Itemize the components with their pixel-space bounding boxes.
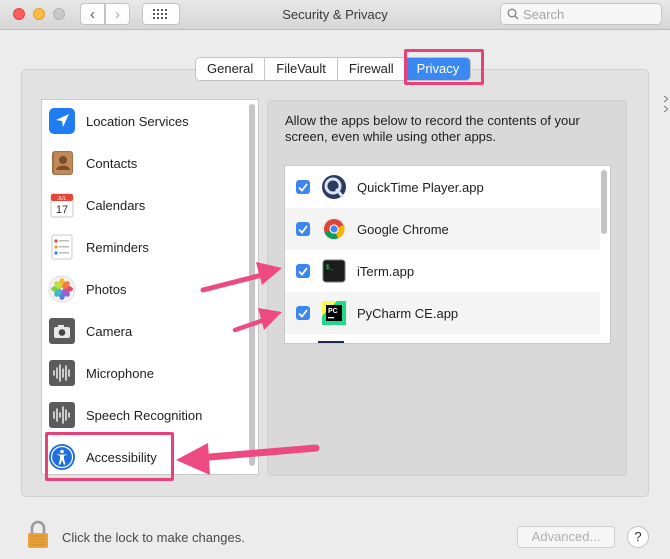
- sidebar-item-label: Calendars: [86, 197, 146, 213]
- app-row-pycharm: PC PyCharm CE.app: [285, 292, 600, 334]
- edge-mark: [663, 90, 669, 103]
- sidebar-scrollbar[interactable]: [249, 104, 255, 466]
- sidebar-item-microphone[interactable]: Microphone: [42, 352, 247, 394]
- camera-icon: [47, 316, 77, 346]
- privacy-tab-highlight: [404, 49, 484, 85]
- app-name: Google Chrome: [357, 221, 449, 237]
- sidebar-item-label: Camera: [86, 323, 133, 339]
- sidebar-item-label: Reminders: [86, 239, 149, 255]
- app-row-quicktime: QuickTime Player.app: [285, 166, 600, 208]
- sidebar-item-label: Microphone: [86, 365, 154, 381]
- app-name: PyCharm CE.app: [357, 305, 459, 321]
- lock-icon[interactable]: [26, 520, 50, 553]
- chrome-icon: [321, 216, 347, 242]
- quicktime-icon: [321, 174, 347, 200]
- photos-flower-icon: [47, 274, 77, 304]
- app-checkbox[interactable]: [296, 180, 310, 194]
- checkmark-icon: [298, 266, 308, 276]
- sidebar-item-camera[interactable]: Camera: [42, 310, 247, 352]
- title-bar: ‹ › Security & Privacy: [0, 0, 670, 30]
- calendar-icon: JUL 17: [47, 190, 77, 220]
- app-name: QuickTime Player.app: [357, 179, 484, 195]
- search-field[interactable]: [500, 3, 662, 25]
- sidebar-item-label: Photos: [86, 281, 127, 297]
- iterm-icon-text: $_: [326, 264, 334, 271]
- app-name: iTerm.app: [357, 263, 415, 279]
- calendar-month-text: JUL: [58, 196, 67, 202]
- checkmark-icon: [298, 224, 308, 234]
- contacts-book-icon: [47, 148, 77, 178]
- tab-firewall[interactable]: Firewall: [337, 58, 406, 80]
- waveform-icon: [47, 400, 77, 430]
- app-checkbox[interactable]: [296, 222, 310, 236]
- app-list-scrollbar[interactable]: [601, 170, 607, 234]
- screen-recording-app-list[interactable]: QuickTime Player.app Google Chrome $_ iT…: [284, 165, 611, 344]
- search-icon: [507, 8, 519, 20]
- iterm-icon: $_: [321, 258, 347, 284]
- pycharm-icon: PC: [321, 300, 347, 326]
- tab-filevault[interactable]: FileVault: [265, 58, 338, 80]
- app-checkbox[interactable]: [296, 264, 310, 278]
- app-row-iterm: $_ iTerm.app: [285, 250, 600, 292]
- partial-app-icon: [318, 341, 344, 343]
- pycharm-icon-text: PC: [328, 308, 338, 315]
- privacy-category-list[interactable]: Location Services Contacts JUL 17 Calend…: [41, 99, 259, 475]
- app-row-chrome: Google Chrome: [285, 208, 600, 250]
- sidebar-item-label: Speech Recognition: [86, 407, 203, 423]
- tab-general[interactable]: General: [196, 58, 266, 80]
- screen-recording-description: Allow the apps below to record the conte…: [285, 113, 580, 144]
- sidebar-item-label: Contacts: [86, 155, 138, 171]
- checkmark-icon: [298, 182, 308, 192]
- lock-hint-text: Click the lock to make changes.: [62, 530, 245, 545]
- checkmark-icon: [298, 308, 308, 318]
- waveform-icon: [47, 358, 77, 388]
- sidebar-item-photos[interactable]: Photos: [42, 268, 247, 310]
- reminders-list-icon: [47, 232, 77, 262]
- accessibility-highlight: [45, 432, 174, 481]
- app-checkbox[interactable]: [296, 306, 310, 320]
- sidebar-item-label: Location Services: [86, 113, 189, 129]
- location-arrow-icon: [47, 106, 77, 136]
- sidebar-item-speech-recognition[interactable]: Speech Recognition: [42, 394, 247, 436]
- calendar-day-text: 17: [56, 204, 68, 216]
- sidebar-item-reminders[interactable]: Reminders: [42, 226, 247, 268]
- advanced-button[interactable]: Advanced...: [517, 526, 615, 548]
- sidebar-item-contacts[interactable]: Contacts: [42, 142, 247, 184]
- search-input[interactable]: [523, 6, 653, 22]
- sidebar-item-location-services[interactable]: Location Services: [42, 100, 247, 142]
- sidebar-item-calendars[interactable]: JUL 17 Calendars: [42, 184, 247, 226]
- help-button[interactable]: ?: [627, 526, 649, 548]
- edge-mark: [663, 100, 669, 113]
